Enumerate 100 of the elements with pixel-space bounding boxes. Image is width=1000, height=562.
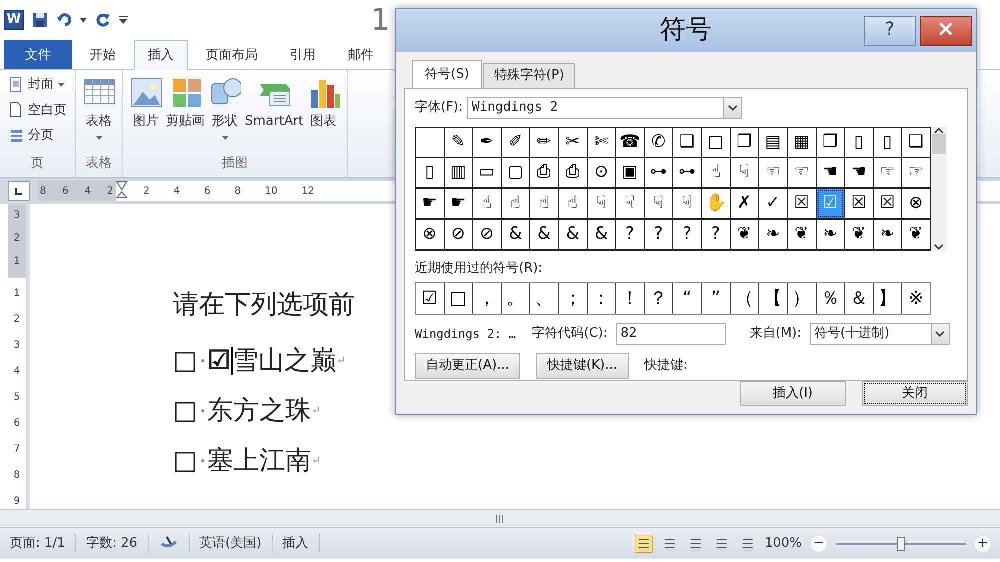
symbol-cell[interactable]: ☎ <box>616 128 644 157</box>
symbol-cell[interactable]: ? <box>673 220 702 249</box>
symbol-cell[interactable]: ▯ <box>874 128 902 157</box>
symbol-cell[interactable]: ▣ <box>616 158 644 188</box>
symbol-cell[interactable]: ✓ <box>759 189 787 218</box>
symbol-cell[interactable]: ☚ <box>845 158 873 188</box>
caret-icon[interactable] <box>80 18 87 22</box>
symbol-cell[interactable]: ❦ <box>902 220 930 249</box>
from-dropdown[interactable]: 符号(十进制) <box>810 323 950 346</box>
word-count[interactable]: 字数: 26 <box>76 534 148 554</box>
symbol-cell[interactable]: ☟ <box>644 189 672 218</box>
symbol-cell[interactable]: ☟ <box>673 189 702 218</box>
symbol-cell[interactable]: ? <box>616 220 644 249</box>
symbol-cell[interactable]: ✎ <box>444 128 472 157</box>
dialog-tab[interactable]: 符号(S) <box>412 60 482 89</box>
ribbon-tab[interactable]: 文件 <box>4 40 72 69</box>
recent-symbol[interactable]: 、 <box>530 283 558 314</box>
symbol-cell[interactable]: ⊶ <box>644 158 672 188</box>
recent-symbol[interactable]: ； <box>559 283 587 314</box>
autocorrect-button[interactable]: 自动更正(A)... <box>415 353 520 379</box>
font-dropdown[interactable]: Wingdings 2 <box>467 96 742 119</box>
symbol-cell[interactable]: ☜ <box>788 158 816 188</box>
symbol-cell[interactable]: ▭ <box>473 158 501 188</box>
recent-symbol[interactable]: ＆ <box>845 283 873 314</box>
symbol-cell[interactable]: ▯ <box>845 128 873 157</box>
scrollbar[interactable] <box>931 126 947 251</box>
symbol-cell[interactable]: ☛ <box>416 189 444 218</box>
recent-symbol[interactable]: ？ <box>644 283 672 314</box>
symbol-cell[interactable]: & <box>502 220 530 249</box>
ribbon-tab[interactable]: 页面布局 <box>192 40 272 69</box>
save-icon[interactable] <box>32 12 48 28</box>
ribbon-button[interactable]: 图表 <box>306 74 341 142</box>
recent-symbol[interactable]: ） <box>788 283 816 314</box>
tab-stop-icon[interactable] <box>8 181 30 201</box>
symbol-cell[interactable]: ? <box>644 220 672 249</box>
symbol-cell[interactable]: ❧ <box>816 220 844 249</box>
symbol-cell[interactable]: ✏ <box>530 128 558 157</box>
recent-symbol[interactable]: 。 <box>502 283 530 314</box>
ribbon-tab[interactable]: 邮件 <box>334 40 388 69</box>
symbol-cell[interactable]: ▤ <box>759 128 787 157</box>
symbol-cell[interactable]: ✒ <box>473 128 501 157</box>
close-dialog-button[interactable]: 关闭 <box>862 380 968 406</box>
symbol-cell[interactable]: □ <box>702 128 730 157</box>
zoom-level[interactable]: 100% <box>764 534 802 554</box>
recent-symbol[interactable]: ※ <box>902 283 930 314</box>
symbol-cell[interactable]: ☟ <box>588 189 616 218</box>
symbol-cell[interactable]: ✂ <box>559 128 587 157</box>
symbol-cell[interactable]: ☟ <box>730 158 758 188</box>
ribbon-button[interactable]: SmartArt <box>244 74 305 142</box>
scroll-thumb[interactable] <box>932 134 946 154</box>
symbol-cell[interactable]: ☚ <box>816 158 844 188</box>
recent-symbol[interactable]: ％ <box>816 283 844 314</box>
symbol-cell[interactable]: ☒ <box>874 189 902 218</box>
zoom-in-button[interactable]: + <box>974 534 992 552</box>
symbol-cell[interactable]: ☒ <box>845 189 873 218</box>
ribbon-button[interactable]: 空白页 <box>6 100 69 121</box>
dialog-tab[interactable]: 特殊字符(P) <box>483 63 576 88</box>
symbol-cell[interactable]: & <box>588 220 616 249</box>
symbol-cell[interactable]: ✆ <box>644 128 672 157</box>
symbol-cell[interactable]: ☝ <box>473 189 501 218</box>
help-button[interactable]: ? <box>864 16 916 46</box>
symbol-cell[interactable]: ⎙ <box>530 158 558 188</box>
language[interactable]: 英语(美国) <box>190 534 273 554</box>
symbol-cell[interactable]: ⊗ <box>416 220 444 249</box>
ribbon-button[interactable]: 图片 <box>129 74 163 142</box>
symbol-cell[interactable]: ❑ <box>902 128 930 157</box>
ribbon-tab[interactable]: 开始 <box>76 40 130 69</box>
symbol-cell[interactable]: ❦ <box>730 220 758 249</box>
print-layout-icon[interactable] <box>634 534 653 552</box>
ribbon-button[interactable]: 形状 <box>208 74 242 142</box>
ribbon-button[interactable]: 表格 <box>82 74 116 142</box>
symbol-cell[interactable]: ❧ <box>759 220 787 249</box>
ribbon-tab[interactable]: 插入 <box>134 40 188 70</box>
undo-icon[interactable] <box>56 12 72 28</box>
ribbon-button[interactable]: 剪贴画 <box>165 74 206 142</box>
symbol-cell[interactable]: ✐ <box>502 128 530 157</box>
symbol-cell[interactable]: ☝ <box>530 189 558 218</box>
symbol-cell[interactable]: ❦ <box>845 220 873 249</box>
symbol-cell[interactable]: ✄ <box>588 128 616 157</box>
symbol-cell[interactable]: ✗ <box>730 189 758 218</box>
symbol-cell[interactable]: ⊘ <box>473 220 501 249</box>
symbol-cell[interactable]: ❐ <box>730 128 758 157</box>
insert-mode[interactable]: 插入 <box>272 534 320 554</box>
recent-symbol[interactable]: （ <box>730 283 758 314</box>
char-code-field[interactable]: 82 <box>616 323 726 346</box>
symbol-cell[interactable]: ☞ <box>902 158 930 188</box>
recent-symbol[interactable]: ” <box>702 283 730 314</box>
recent-symbol[interactable]: ！ <box>616 283 644 314</box>
customize-caret-icon[interactable] <box>119 16 128 24</box>
shortcut-key-button[interactable]: 快捷键(K)... <box>536 353 629 379</box>
recent-symbol[interactable]: 【 <box>759 283 787 314</box>
recent-symbol[interactable]: ☑ <box>416 283 444 314</box>
symbol-cell[interactable]: ☟ <box>616 189 644 218</box>
zoom-out-button[interactable]: − <box>810 534 828 552</box>
symbol-cell[interactable]: ❧ <box>874 220 902 249</box>
symbol-cell[interactable]: ▢ <box>502 158 530 188</box>
symbol-cell[interactable]: ▦ <box>788 128 816 157</box>
symbol-cell[interactable]: & <box>530 220 558 249</box>
recent-symbol[interactable]: ， <box>473 283 501 314</box>
insert-button[interactable]: 插入(I) <box>740 380 846 406</box>
